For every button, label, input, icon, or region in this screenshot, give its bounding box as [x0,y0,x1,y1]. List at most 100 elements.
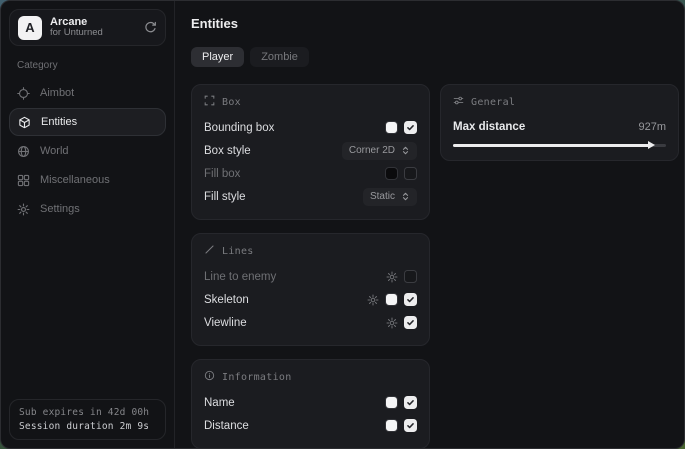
lines-card-header: Lines [204,244,417,258]
box-style-label: Box style [204,145,251,157]
tab-bar: Player Zombie [191,47,668,67]
left-column: Box Bounding box Box style [191,84,430,448]
brand-text: Arcane for Unturned [50,16,103,40]
distance-label: Distance [204,420,249,432]
viewline-row: Viewline [204,311,417,334]
max-distance-label: Max distance [453,121,525,133]
sync-icon[interactable] [144,21,157,34]
sidebar-item-aimbot[interactable]: Aimbot [9,79,166,107]
tab-zombie[interactable]: Zombie [250,47,309,67]
info-icon [204,370,215,384]
line-to-enemy-label: Line to enemy [204,271,276,283]
check-icon [406,421,415,430]
corners-icon [204,95,215,109]
box-style-row: Box style Corner 2D [204,139,417,162]
fill-style-row: Fill style Static [204,185,417,208]
line-to-enemy-checkbox[interactable] [404,270,417,283]
lines-card-title: Lines [222,246,254,257]
gear-icon [17,203,30,216]
app-logo: A [18,16,42,40]
lines-card: Lines Line to enemy [191,233,430,346]
name-label: Name [204,397,235,409]
sidebar-item-world[interactable]: World [9,137,166,165]
general-card: General Max distance 927m [440,84,679,161]
box-style-dropdown[interactable]: Corner 2D [342,142,417,160]
line-to-enemy-settings-icon[interactable] [386,271,398,283]
fill-style-label: Fill style [204,191,246,203]
skeleton-row: Skeleton [204,288,417,311]
chevron-up-down-icon [401,146,410,155]
right-column: General Max distance 927m [440,84,679,161]
bounding-box-checkbox[interactable] [404,121,417,134]
name-color-swatch[interactable] [385,396,398,409]
sidebar-item-entities[interactable]: Entities [9,108,166,136]
box-card-title: Box [222,97,241,108]
distance-color-swatch[interactable] [385,419,398,432]
chevron-up-down-icon [401,192,410,201]
crosshair-icon [17,87,30,100]
max-distance-slider[interactable] [453,141,666,149]
skeleton-color-swatch[interactable] [385,293,398,306]
line-to-enemy-row: Line to enemy [204,265,417,288]
skeleton-checkbox[interactable] [404,293,417,306]
category-label: Category [17,60,166,71]
sidebar-item-label: Miscellaneous [40,174,110,186]
viewline-label: Viewline [204,317,247,329]
sub-expiry-text: Sub expires in 42d 00h [19,407,156,418]
fill-box-row: Fill box [204,162,417,185]
sidebar-spacer [9,224,166,399]
diagonal-line-icon [204,244,215,258]
check-icon [406,123,415,132]
brand-card: A Arcane for Unturned [9,9,166,46]
check-icon [406,318,415,327]
fill-box-checkbox[interactable] [404,167,417,180]
sidebar-item-miscellaneous[interactable]: Miscellaneous [9,166,166,194]
grid-icon [17,174,30,187]
check-icon [406,398,415,407]
sidebar: A Arcane for Unturned Category Aimbot [1,1,175,448]
max-distance-slider-handle[interactable] [648,141,655,149]
box-card-header: Box [204,95,417,109]
bounding-box-label: Bounding box [204,122,274,134]
app-window: A Arcane for Unturned Category Aimbot [0,0,685,449]
viewline-checkbox[interactable] [404,316,417,329]
sidebar-item-label: Settings [40,203,80,215]
bounding-box-color-swatch[interactable] [385,121,398,134]
information-card: Information Name Distance [191,359,430,448]
page-title: Entities [191,16,668,31]
skeleton-settings-icon[interactable] [367,294,379,306]
cube-icon [18,116,31,129]
max-distance-slider-fill [453,144,650,147]
skeleton-label: Skeleton [204,294,249,306]
information-card-title: Information [222,372,292,383]
sliders-icon [453,95,464,109]
name-row: Name [204,391,417,414]
main-content: Entities Player Zombie Box [175,1,684,448]
general-card-title: General [471,97,515,108]
sidebar-item-settings[interactable]: Settings [9,195,166,223]
app-subtitle: for Unturned [50,28,103,39]
check-icon [406,295,415,304]
distance-row: Distance [204,414,417,437]
tab-player[interactable]: Player [191,47,244,67]
distance-checkbox[interactable] [404,419,417,432]
viewline-settings-icon[interactable] [386,317,398,329]
information-card-header: Information [204,370,417,384]
sidebar-item-label: World [40,145,69,157]
session-duration-text: Session duration 2m 9s [19,421,156,432]
fill-box-color-swatch[interactable] [385,167,398,180]
bounding-box-row: Bounding box [204,116,417,139]
fill-style-dropdown[interactable]: Static [363,188,417,206]
general-card-header: General [453,95,666,109]
sidebar-item-label: Aimbot [40,87,74,99]
name-checkbox[interactable] [404,396,417,409]
box-style-value: Corner 2D [349,145,395,156]
max-distance-value: 927m [638,121,666,133]
subscription-status: Sub expires in 42d 00h Session duration … [9,399,166,440]
card-columns: Box Bounding box Box style [191,84,668,448]
max-distance-row: Max distance 927m [453,116,666,138]
globe-icon [17,145,30,158]
box-card: Box Bounding box Box style [191,84,430,220]
fill-box-label: Fill box [204,168,240,180]
fill-style-value: Static [370,191,395,202]
